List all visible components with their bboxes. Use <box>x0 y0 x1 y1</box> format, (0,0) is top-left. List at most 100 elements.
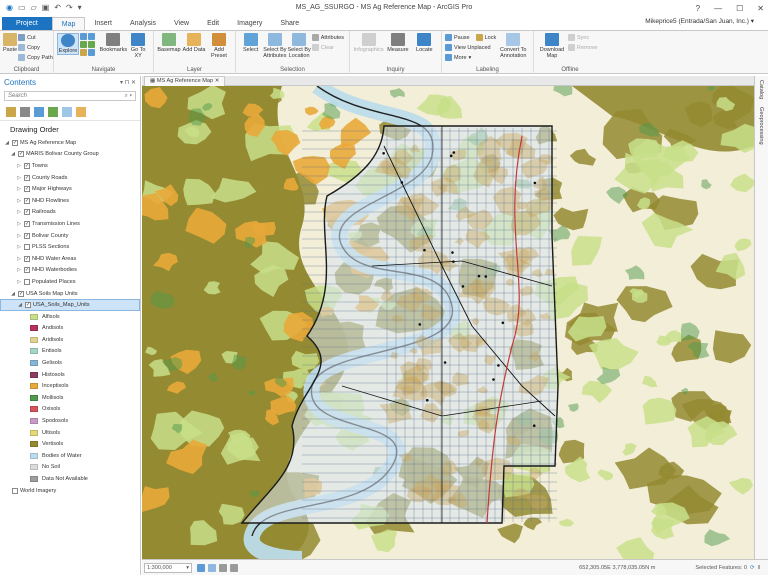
fixed-zoom-out-icon[interactable] <box>88 49 95 56</box>
select-button[interactable]: Select <box>239 33 262 53</box>
layer-visibility-checkbox[interactable]: ✓ <box>25 302 31 309</box>
close-pane-icon[interactable]: ✕ <box>131 80 136 86</box>
add-preset-button[interactable]: Add Preset <box>207 33 231 59</box>
fixed-zoom-in-icon[interactable] <box>88 33 95 40</box>
contents-search-input[interactable]: Search ⌕ ▾ <box>4 91 136 101</box>
layer-visibility-checkbox[interactable]: ✓ <box>24 162 30 169</box>
labeling-icon[interactable] <box>76 107 86 117</box>
layer-visibility-checkbox[interactable]: ✓ <box>24 232 30 239</box>
layer-major-highways[interactable]: ▷ ✓ Major Highways <box>0 183 140 195</box>
sync-button[interactable]: Sync <box>568 33 597 42</box>
expand-caret-icon[interactable]: ▷ <box>16 175 22 181</box>
layer-populated-places[interactable]: ▷ Populated Places <box>0 276 140 288</box>
geoprocessing-tab[interactable]: Geoprocessing <box>758 103 764 149</box>
tab-map[interactable]: Map <box>51 17 86 30</box>
layer-visibility-checkbox[interactable]: ✓ <box>24 186 30 193</box>
add-data-button[interactable]: Add Data <box>182 33 206 53</box>
expand-caret-icon[interactable]: ▷ <box>16 233 22 239</box>
expand-caret-icon[interactable]: ▷ <box>16 221 22 227</box>
bookmarks-button[interactable]: Bookmarks <box>100 33 127 53</box>
tab-edit[interactable]: Edit <box>198 17 228 30</box>
explore-button[interactable]: Explore <box>57 33 79 55</box>
map-tab[interactable]: ▦ MS Ag Reference Map ✕ <box>144 75 226 86</box>
layer-towns[interactable]: ▷ ✓ Towns <box>0 160 140 172</box>
expand-caret-icon[interactable]: ▷ <box>16 279 22 285</box>
tab-project[interactable]: Project <box>2 17 52 30</box>
pause-drawing-icon[interactable] <box>230 563 238 572</box>
layer-county-roads[interactable]: ▷ ✓ County Roads <box>0 172 140 184</box>
drawing-order-icon[interactable] <box>6 107 16 117</box>
select-by-attributes-button[interactable]: Select By Attributes <box>263 33 286 59</box>
north-icon[interactable] <box>208 563 216 572</box>
basemap-button[interactable]: Basemap <box>157 33 181 53</box>
clear-button[interactable]: Clear <box>311 43 344 52</box>
layer-world-imagery[interactable]: World Imagery <box>0 485 140 497</box>
zoom-selected-icon[interactable] <box>80 49 87 56</box>
layer-ms-ag-reference-map[interactable]: ◢ ✓ MS Ag Reference Map <box>0 137 140 149</box>
expand-caret-icon[interactable]: ◢ <box>17 302 23 308</box>
maximize-button[interactable]: ☐ <box>736 4 743 13</box>
layer-plss-sections[interactable]: ▷ PLSS Sections <box>0 241 140 253</box>
expand-caret-icon[interactable]: ▷ <box>16 209 22 215</box>
layer-visibility-checkbox[interactable]: ✓ <box>24 267 30 274</box>
tab-imagery[interactable]: Imagery <box>228 17 271 30</box>
layer-nhd-waterbodies[interactable]: ▷ ✓ NHD Waterbodies <box>0 265 140 277</box>
map-canvas[interactable] <box>142 86 754 559</box>
expand-caret-icon[interactable]: ▷ <box>16 267 22 273</box>
layer-visibility-checkbox[interactable]: ✓ <box>24 174 30 181</box>
tab-analysis[interactable]: Analysis <box>121 17 165 30</box>
remove-button[interactable]: Remove <box>568 43 597 52</box>
copy-path-button[interactable]: Copy Path <box>18 53 53 62</box>
layer-usa-soils-map-units[interactable]: ◢ ✓ USA_Soils_Map_Units <box>0 299 140 311</box>
previous-extent-icon[interactable] <box>80 41 87 48</box>
pin-icon[interactable]: ▾ ⊓ <box>120 80 131 86</box>
minimize-button[interactable]: — <box>714 4 722 13</box>
layer-visibility-checkbox[interactable] <box>24 278 30 285</box>
expand-caret-icon[interactable]: ◢ <box>10 291 16 297</box>
soils-map[interactable] <box>142 86 754 559</box>
lock-button[interactable]: Lock <box>485 35 497 41</box>
scale-selector[interactable]: 1:300,000 ▾ <box>144 562 192 573</box>
layer-maris-bolivar-county-group[interactable]: ◢ ✓ MARIS Bolivar County Group <box>0 149 140 161</box>
next-extent-icon[interactable] <box>88 41 95 48</box>
close-tab-icon[interactable]: ✕ <box>215 78 220 84</box>
snapping-icon[interactable] <box>62 107 72 117</box>
layer-railroads[interactable]: ▷ ✓ Railroads <box>0 207 140 219</box>
pause-icon[interactable]: ‖ <box>758 565 760 571</box>
tab-view[interactable]: View <box>165 17 198 30</box>
go-to-xy-button[interactable]: Go To XY <box>127 33 149 59</box>
expand-caret-icon[interactable]: ▷ <box>16 244 22 250</box>
view-unplaced-button[interactable]: View Unplaced <box>445 43 496 52</box>
layer-visibility-checkbox[interactable]: ✓ <box>24 209 30 216</box>
more-labeling-button[interactable]: More ▾ <box>445 53 496 62</box>
paste-button[interactable]: Paste <box>3 33 17 53</box>
sound-icon[interactable] <box>219 563 227 572</box>
tab-insert[interactable]: Insert <box>85 17 121 30</box>
tab-share[interactable]: Share <box>271 17 308 30</box>
layer-visibility-checkbox[interactable]: ✓ <box>18 151 24 158</box>
layer-visibility-checkbox[interactable]: ✓ <box>18 290 24 297</box>
cut-button[interactable]: Cut <box>18 33 53 42</box>
layer-usa-soils-map-units[interactable]: ◢ ✓ USA Soils Map Units <box>0 288 140 300</box>
expand-caret-icon[interactable]: ◢ <box>4 140 10 146</box>
user-account[interactable]: Mikeprice5 (Entrada/San Juan, Inc.) ▾ <box>645 17 754 25</box>
layer-visibility-checkbox[interactable]: ✓ <box>24 255 30 262</box>
expand-caret-icon[interactable]: ▷ <box>16 163 22 169</box>
layer-transmission-lines[interactable]: ▷ ✓ Transmission Lines <box>0 218 140 230</box>
infographics-button[interactable]: Infographics <box>353 33 384 53</box>
download-map-button[interactable]: Download Map <box>537 33 567 59</box>
convert-to-annotation-button[interactable]: Convert To Annotation <box>498 33 528 59</box>
data-source-icon[interactable] <box>20 107 30 117</box>
layer-visibility-checkbox[interactable] <box>12 487 18 494</box>
expand-caret-icon[interactable]: ◢ <box>10 151 16 157</box>
layer-visibility-checkbox[interactable] <box>24 244 30 251</box>
selection-icon[interactable] <box>34 107 44 117</box>
locate-button[interactable]: Locate <box>412 33 437 53</box>
select-by-location-button[interactable]: Select By Location <box>288 33 311 59</box>
layer-nhd-water-areas[interactable]: ▷ ✓ NHD Water Areas <box>0 253 140 265</box>
attributes-button[interactable]: Attributes <box>311 33 344 42</box>
expand-caret-icon[interactable]: ▷ <box>16 186 22 192</box>
grid-icon[interactable] <box>197 563 205 572</box>
layer-visibility-checkbox[interactable]: ✓ <box>24 220 30 227</box>
refresh-icon[interactable]: ⟳ <box>750 565 755 571</box>
